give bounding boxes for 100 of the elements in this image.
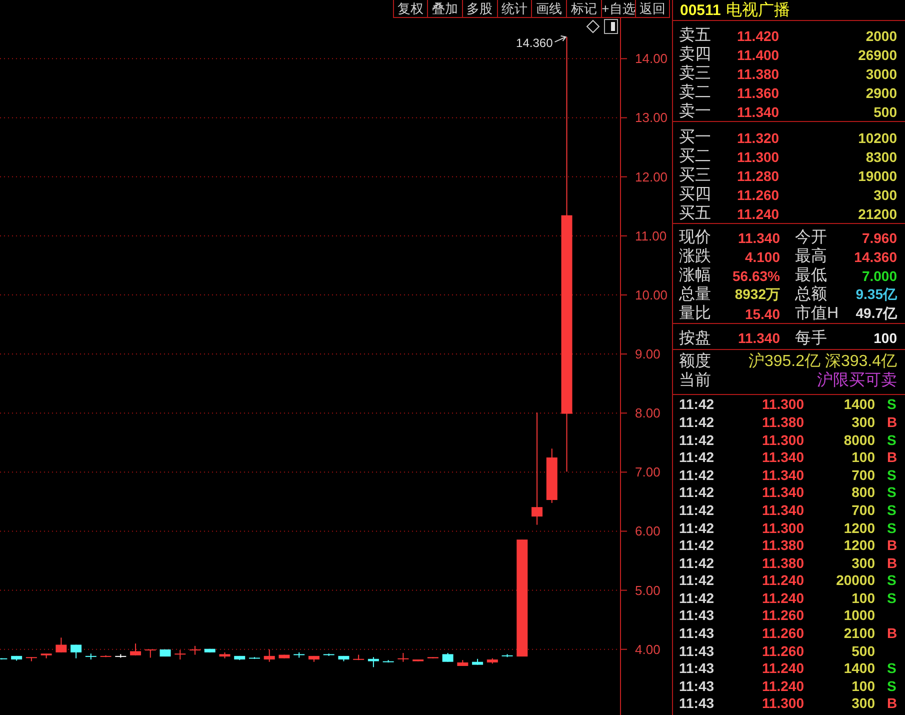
candle — [130, 644, 142, 656]
ask-label: 卖五 — [679, 26, 712, 46]
candle — [546, 448, 558, 503]
stat-value: 7.960 — [862, 230, 897, 246]
trade-price: 11.380 — [762, 537, 804, 554]
candle — [174, 650, 186, 660]
stat-value: 7.000 — [862, 268, 897, 284]
stat-value: 8932万 — [734, 286, 780, 304]
trade-time: 11:42 — [679, 554, 716, 571]
stat-label: 现价 — [679, 228, 712, 248]
trade-time: 11:43 — [679, 625, 716, 642]
trade-price: 11.240 — [762, 572, 804, 588]
trade-price: 11.260 — [762, 607, 804, 624]
stat-value: 4.100 — [744, 248, 780, 265]
axis-label: 10.00 — [635, 287, 668, 302]
candle — [264, 649, 275, 662]
toolbar-button[interactable]: 返回 — [635, 0, 670, 18]
bid-price: 11.300 — [737, 148, 780, 164]
diamond-icon[interactable] — [586, 20, 600, 34]
candle — [40, 654, 52, 658]
ask-price: 11.380 — [737, 66, 780, 82]
panel-toggle-icon[interactable] — [604, 19, 618, 34]
trade-direction: B — [887, 695, 898, 712]
trade-time: 11:42 — [679, 449, 716, 466]
toolbar-button[interactable]: 统计 — [496, 0, 532, 18]
stat-label: 按盘 — [679, 328, 712, 349]
ask-price: 11.420 — [737, 28, 780, 44]
high-price-label: 14.360 — [516, 36, 553, 50]
stat-value: 11.340 — [738, 330, 780, 346]
ask-price: 11.360 — [737, 84, 780, 100]
candle — [472, 658, 484, 665]
trade-time: 11:42 — [679, 466, 716, 483]
candle — [353, 654, 364, 660]
trade-price: 11.300 — [762, 695, 804, 712]
candle — [160, 649, 171, 657]
trade-time: 11:42 — [679, 590, 716, 606]
quota-value: 沪395.2亿 深393.4亿 — [748, 352, 897, 372]
ask-price: 11.400 — [737, 46, 780, 62]
trade-time: 11:42 — [679, 537, 716, 554]
trade-time: 11:42 — [679, 414, 716, 430]
axis-label: 7.00 — [635, 464, 660, 480]
trade-direction: S — [887, 678, 896, 694]
quota-value: 沪限买可卖 — [817, 370, 897, 391]
trade-time: 11:43 — [679, 607, 716, 624]
trade-time: 11:42 — [679, 432, 716, 448]
axis-label: 5.00 — [635, 582, 660, 598]
axis-label: 14.00 — [635, 51, 668, 66]
ask-volume: 500 — [874, 104, 897, 120]
trade-direction: S — [887, 590, 896, 606]
trade-price: 11.240 — [762, 678, 804, 694]
trade-time: 11:42 — [679, 396, 716, 412]
bid-volume: 19000 — [858, 168, 897, 184]
ask-volume: 26900 — [858, 46, 897, 62]
ask-label: 卖一 — [679, 102, 712, 122]
axis-label: 6.00 — [635, 524, 660, 539]
candle — [368, 657, 379, 668]
stat-value: 100 — [874, 330, 897, 346]
trade-price: 11.340 — [762, 484, 804, 500]
bid-volume: 300 — [874, 186, 897, 202]
trade-volume: 300 — [852, 695, 875, 712]
bid-price: 11.240 — [737, 206, 780, 222]
trade-price: 11.260 — [762, 642, 804, 659]
toolbar-button[interactable]: 复权 — [392, 0, 428, 18]
candle — [442, 652, 454, 662]
bid-price: 11.280 — [737, 168, 780, 184]
candle — [56, 638, 67, 652]
toolbar-button[interactable]: 标记 — [566, 0, 601, 18]
stat-label: 最高 — [794, 246, 828, 267]
toolbar-button[interactable]: 画线 — [531, 0, 566, 18]
trade-volume: 100 — [852, 678, 875, 694]
trade-time: 11:42 — [679, 502, 716, 518]
stat-label: 市值H — [794, 304, 840, 324]
trade-volume: 300 — [852, 414, 875, 430]
toolbar-button[interactable]: +自选 — [600, 0, 636, 18]
trade-volume: 8000 — [844, 432, 875, 448]
trade-price: 11.340 — [762, 466, 804, 483]
trade-volume: 500 — [852, 642, 875, 659]
trade-direction: B — [887, 554, 898, 571]
trade-time: 11:43 — [679, 695, 716, 712]
candle — [70, 644, 82, 658]
trade-direction: S — [887, 484, 896, 500]
axis-label: 4.00 — [635, 642, 660, 657]
trade-volume: 1200 — [844, 520, 875, 536]
trade-time: 11:42 — [679, 520, 716, 536]
ask-label: 卖四 — [679, 44, 712, 64]
quota-label: 当前 — [679, 370, 712, 391]
axis-label: 11.00 — [635, 228, 667, 244]
toolbar-button[interactable]: 多股 — [462, 0, 497, 18]
stock-name: 电视广播 — [726, 0, 790, 20]
toolbar-button[interactable]: 叠加 — [427, 0, 462, 18]
bid-price: 11.320 — [737, 130, 780, 146]
trade-direction: B — [887, 537, 898, 554]
axis-label: 12.00 — [635, 169, 668, 184]
bid-volume: 10200 — [858, 130, 897, 146]
stat-value: 11.340 — [738, 230, 780, 246]
candle — [26, 657, 37, 662]
bid-volume: 8300 — [866, 148, 897, 164]
candle — [144, 649, 156, 658]
bid-price: 11.260 — [737, 186, 780, 202]
stat-label: 最低 — [794, 266, 828, 286]
